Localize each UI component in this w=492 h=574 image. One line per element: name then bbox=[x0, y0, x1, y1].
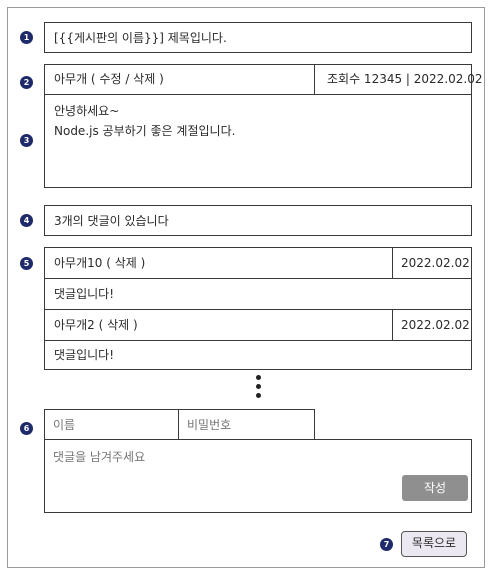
more-dot bbox=[256, 375, 261, 380]
comment-date-divider bbox=[392, 309, 393, 340]
row-divider bbox=[45, 278, 471, 279]
comment-count-box: 3개의 댓글이 있습니다 bbox=[44, 205, 472, 236]
marker-4: 4 bbox=[20, 214, 33, 227]
name-field-box bbox=[44, 409, 179, 440]
comment-list: 아무개10 ( 삭제 ) 2022.02.02 댓글입니다! 아무개2 ( 삭제… bbox=[44, 247, 472, 370]
marker-3: 3 bbox=[20, 134, 33, 147]
post-author-actions[interactable]: 아무개 ( 수정 / 삭제 ) bbox=[54, 72, 164, 86]
comment-date: 2022.02.02 bbox=[401, 256, 470, 270]
row-divider bbox=[45, 340, 471, 341]
submit-comment-button[interactable]: 작성 bbox=[402, 475, 468, 501]
comment-text: 댓글입니다! bbox=[54, 348, 115, 362]
row-divider bbox=[45, 309, 471, 310]
comment-author-actions[interactable]: 아무개10 ( 삭제 ) bbox=[54, 256, 145, 270]
marker-1: 1 bbox=[20, 31, 33, 44]
password-field-box bbox=[178, 409, 315, 440]
comment-author-actions[interactable]: 아무개2 ( 삭제 ) bbox=[54, 318, 138, 332]
comment-text: 댓글입니다! bbox=[54, 287, 115, 301]
more-dot bbox=[256, 384, 261, 389]
post-body-line-2: Node.js 공부하기 좋은 계절입니다. bbox=[54, 124, 236, 138]
more-dot bbox=[256, 393, 261, 398]
password-input[interactable] bbox=[187, 416, 307, 434]
marker-5: 5 bbox=[20, 257, 33, 270]
post-box: 아무개 ( 수정 / 삭제 ) 조회수 12345 | 2022.02.02 안… bbox=[44, 64, 483, 188]
post-title: [{{게시판의 이름}}] 제목입니다. bbox=[54, 31, 227, 45]
post-title-box: [{{게시판의 이름}}] 제목입니다. bbox=[44, 22, 472, 53]
post-header-divider bbox=[45, 94, 471, 95]
marker-2: 2 bbox=[20, 76, 33, 89]
comment-date-divider bbox=[392, 248, 393, 278]
comment-textarea[interactable] bbox=[53, 448, 393, 472]
name-input[interactable] bbox=[53, 416, 171, 434]
post-body-line-1: 안녕하세요~ bbox=[54, 104, 120, 118]
marker-7: 7 bbox=[380, 538, 393, 551]
comment-count: 3개의 댓글이 있습니다 bbox=[54, 214, 169, 228]
post-meta: 조회수 12345 | 2022.02.02 bbox=[327, 72, 483, 86]
marker-6: 6 bbox=[20, 422, 33, 435]
comment-date: 2022.02.02 bbox=[401, 318, 470, 332]
post-meta-divider bbox=[314, 65, 315, 94]
back-to-list-button[interactable]: 목록으로 bbox=[401, 531, 467, 557]
